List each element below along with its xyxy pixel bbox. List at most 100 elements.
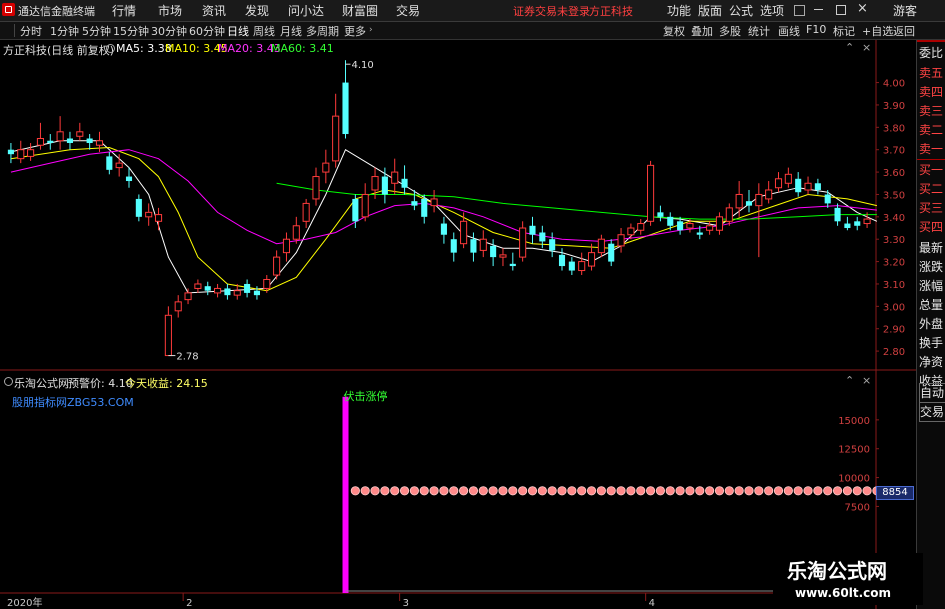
y-tick-label: 3.30 bbox=[883, 235, 905, 246]
candle-body-down bbox=[834, 207, 841, 222]
candle-body-up bbox=[154, 214, 163, 222]
multi-stock-button[interactable]: 多股 bbox=[719, 23, 741, 39]
tab-monthly[interactable]: 月线 bbox=[280, 23, 302, 39]
side-label-change: 涨跌 bbox=[919, 260, 944, 274]
signal-dot bbox=[488, 486, 498, 496]
watermark: 乐淘公式网 www.60lt.com bbox=[773, 553, 923, 605]
menu-function[interactable]: 功能 bbox=[667, 2, 691, 19]
tab-weekly[interactable]: 周线 bbox=[253, 23, 275, 39]
chevron-right-icon[interactable]: › bbox=[369, 25, 373, 35]
signal-dot bbox=[527, 486, 538, 496]
overlay-button[interactable]: 叠加 bbox=[691, 23, 713, 39]
menu-ask[interactable]: 问小达 bbox=[288, 2, 324, 19]
candle-body-up bbox=[76, 131, 84, 137]
menu-discover[interactable]: 发现 bbox=[245, 2, 269, 19]
tab-multi-period[interactable]: 多周期 bbox=[306, 23, 339, 39]
candle-body-down bbox=[677, 221, 684, 231]
menu-layout[interactable]: 版面 bbox=[698, 2, 722, 19]
y-tick-label: 3.70 bbox=[883, 146, 905, 157]
signal-label: 伏击涨停 bbox=[344, 389, 388, 403]
draw-line-button[interactable]: 画线 bbox=[778, 23, 800, 39]
candle-body-down bbox=[421, 198, 428, 217]
candle-body-up bbox=[430, 198, 438, 207]
y-tick-label: 3.80 bbox=[883, 123, 905, 134]
minimize-icon[interactable] bbox=[814, 9, 823, 10]
y-tick-label: 3.00 bbox=[883, 302, 905, 313]
candle-body-down bbox=[657, 212, 664, 217]
tab-15min[interactable]: 15分钟 bbox=[113, 23, 149, 39]
candle-body-up bbox=[597, 238, 605, 254]
x-tick-label: 2 bbox=[186, 598, 192, 609]
signal-dot bbox=[714, 486, 725, 496]
signal-dot bbox=[773, 486, 784, 496]
user-label[interactable]: 游客 bbox=[893, 2, 917, 19]
f10-button[interactable]: F10 bbox=[806, 23, 826, 36]
signal-dot bbox=[596, 486, 606, 496]
adjust-button[interactable]: 复权 bbox=[663, 23, 685, 39]
candle-body-down bbox=[814, 183, 821, 190]
signal-dot bbox=[852, 486, 862, 496]
candle-body-up bbox=[715, 216, 724, 231]
statistics-button[interactable]: 统计 bbox=[748, 23, 770, 39]
candle-body-down bbox=[509, 263, 516, 267]
tab-60min[interactable]: 60分钟 bbox=[189, 23, 225, 39]
y-tick-label: 3.90 bbox=[883, 101, 905, 112]
side-label-change-pct: 涨幅 bbox=[919, 279, 944, 293]
candle-body-up bbox=[519, 227, 527, 258]
tab-more[interactable]: 更多 bbox=[344, 23, 366, 39]
trade-button[interactable]: 交易 bbox=[919, 402, 945, 422]
tab-intraday[interactable]: 分时 bbox=[20, 23, 42, 39]
candle-body-down bbox=[204, 286, 211, 291]
y-tick-label: 2.80 bbox=[883, 347, 905, 358]
candle-body-down bbox=[490, 245, 497, 258]
maximize-icon[interactable] bbox=[836, 5, 846, 15]
candle-body-down bbox=[795, 178, 802, 193]
trade-status-notice: 证券交易未登录 bbox=[513, 5, 590, 18]
candle-body-up bbox=[322, 162, 330, 173]
y-tick-label: 4.00 bbox=[883, 79, 905, 90]
side-label-sell1: 卖一 bbox=[919, 142, 944, 156]
candle-body-up bbox=[804, 182, 812, 191]
indicator-y-tick-label: 12500 bbox=[838, 445, 870, 456]
window-tile-icon[interactable] bbox=[794, 5, 805, 16]
candle-body-up bbox=[578, 261, 586, 272]
menu-trade[interactable]: 交易 bbox=[396, 2, 420, 19]
tab-daily[interactable]: 日线 bbox=[227, 23, 249, 39]
mark-button[interactable]: 标记 bbox=[833, 23, 855, 39]
candle-body-up bbox=[637, 223, 645, 231]
tab-1min[interactable]: 1分钟 bbox=[50, 23, 79, 39]
kline-chart[interactable]: 4.00 3.90 3.80 3.70 3.60 3.50 3.40 3.30 3.20 3.10… bbox=[0, 40, 916, 609]
y-tick-label: 2.90 bbox=[883, 325, 905, 336]
side-label-net-asset: 净资 bbox=[919, 355, 944, 369]
menu-news[interactable]: 资讯 bbox=[202, 2, 226, 19]
candle-body-down bbox=[745, 201, 753, 206]
signal-dot bbox=[390, 486, 400, 496]
menu-formula[interactable]: 公式 bbox=[729, 2, 753, 19]
tab-30min[interactable]: 30分钟 bbox=[151, 23, 187, 39]
signal-dot bbox=[370, 486, 380, 496]
menu-options[interactable]: 选项 bbox=[760, 2, 784, 19]
candle-body-down bbox=[529, 225, 536, 235]
candle-body-down bbox=[86, 138, 93, 143]
candle-body-up bbox=[36, 138, 44, 146]
menu-wealth[interactable]: 财富圈 bbox=[342, 2, 378, 19]
candle-body-down bbox=[470, 239, 477, 253]
tab-5min[interactable]: 5分钟 bbox=[82, 23, 111, 39]
signal-dot bbox=[616, 486, 626, 496]
auto-button[interactable]: 自动 bbox=[919, 383, 945, 403]
signal-dot bbox=[577, 486, 587, 496]
candle-body-down bbox=[824, 194, 831, 204]
signal-dot bbox=[636, 486, 646, 496]
candle-body-up bbox=[27, 149, 35, 157]
signal-dot bbox=[360, 486, 370, 496]
add-watchlist-button[interactable]: +自选 bbox=[862, 23, 893, 39]
close-icon[interactable]: × bbox=[857, 1, 868, 16]
back-button[interactable]: 返回 bbox=[893, 23, 915, 39]
candle-body-down bbox=[539, 232, 546, 242]
signal-dot bbox=[586, 486, 597, 496]
menu-market[interactable]: 市场 bbox=[158, 2, 182, 19]
candle-body-up bbox=[282, 238, 291, 254]
menu-quotes[interactable]: 行情 bbox=[112, 2, 136, 19]
signal-dot bbox=[823, 486, 833, 496]
signal-dot bbox=[685, 486, 695, 496]
